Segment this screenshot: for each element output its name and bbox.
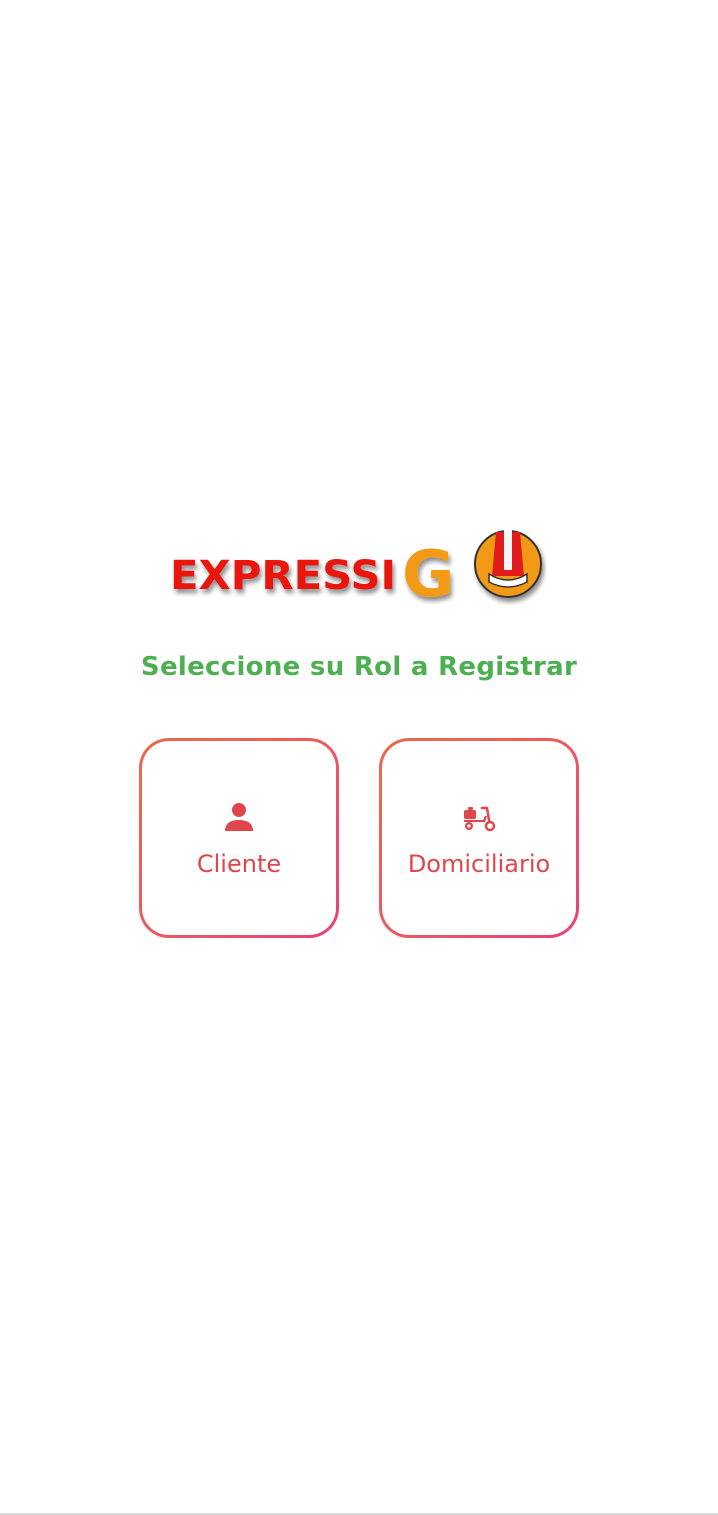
domiciliario-card-body[interactable]: Domiciliario <box>382 741 576 935</box>
logo-graphic: EXPRESSI G <box>170 530 542 606</box>
page-title: Seleccione su Rol a Registrar <box>140 652 578 682</box>
cliente-card-body[interactable]: Cliente <box>142 741 336 935</box>
cliente-role-button[interactable]: Cliente <box>139 738 339 938</box>
logo-text-accent: G <box>402 538 455 606</box>
expressigo-logo: EXPRESSI G <box>166 524 546 606</box>
logo-text-main: EXPRESSI <box>170 553 396 599</box>
domiciliario-role-button[interactable]: Domiciliario <box>379 738 579 938</box>
person-icon <box>225 803 253 831</box>
cliente-label: Cliente <box>196 850 282 878</box>
scooter-icon <box>464 806 496 832</box>
domiciliario-label: Domiciliario <box>407 850 551 878</box>
helmet-icon <box>474 530 542 598</box>
